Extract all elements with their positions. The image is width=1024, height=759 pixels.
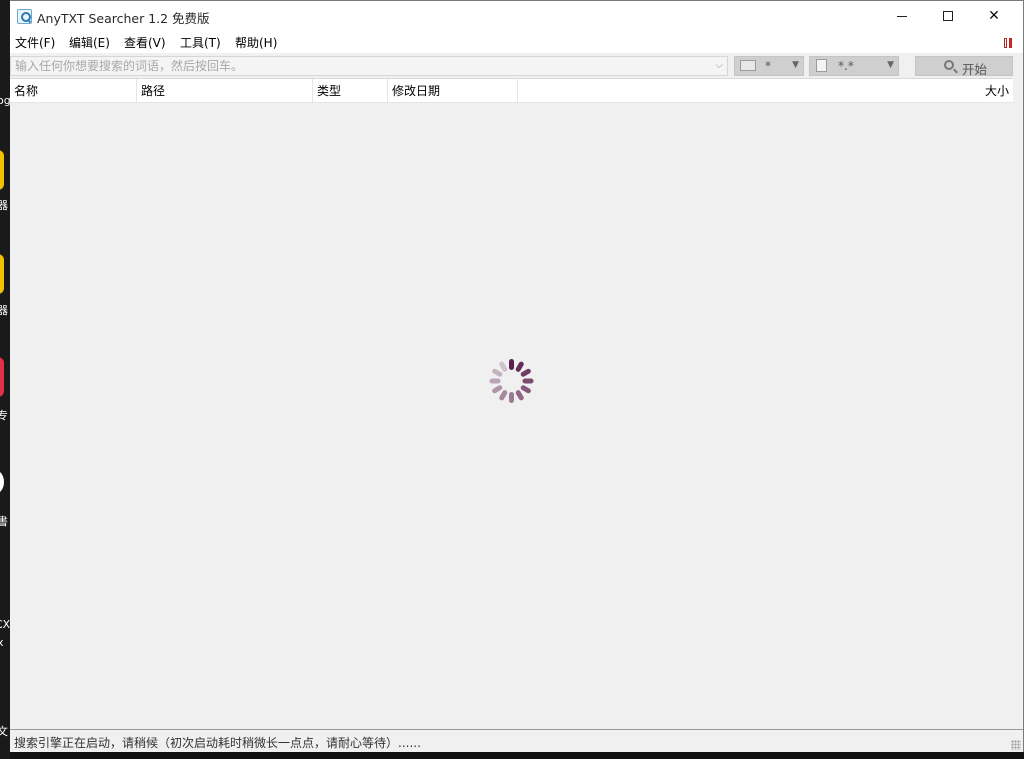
desktop-app-icon[interactable] xyxy=(0,254,4,294)
search-combo[interactable]: ⌵ xyxy=(10,56,728,76)
app-search-icon xyxy=(17,9,32,24)
resize-grip-icon[interactable] xyxy=(1011,740,1021,750)
maximize-icon xyxy=(943,11,953,21)
chevron-down-icon[interactable]: ⌵ xyxy=(713,60,725,72)
desktop-app-icon[interactable] xyxy=(0,470,4,494)
results-list[interactable]: 名称 路径 类型 修改日期 大小 xyxy=(10,78,1013,728)
spinner-segment xyxy=(509,392,514,403)
menu-help[interactable]: 帮助(H) xyxy=(235,34,277,51)
search-icon xyxy=(944,60,954,70)
spinner-segment xyxy=(489,378,501,384)
window-title: AnyTXT Searcher 1.2 免费版 xyxy=(37,11,210,26)
search-input[interactable] xyxy=(15,57,705,75)
spinner-segment xyxy=(509,359,514,370)
column-header-type[interactable]: 类型 xyxy=(313,79,388,103)
column-header-date[interactable]: 修改日期 xyxy=(388,79,518,103)
title-bar[interactable]: AnyTXT Searcher 1.2 免费版 ✕ xyxy=(10,1,1023,31)
column-header-size[interactable]: 大小 xyxy=(518,79,1013,103)
menu-bar: 文件(F) 编辑(E) 查看(V) 工具(T) 帮助(H) xyxy=(10,31,1023,53)
search-toolbar: ⌵ * ▼ *.* ▼ 开始 xyxy=(10,53,1023,78)
start-button-label: 开始 xyxy=(962,62,988,77)
column-header-name[interactable]: 名称 xyxy=(10,79,137,103)
spinner-segment xyxy=(498,389,509,402)
menu-edit[interactable]: 编辑(E) xyxy=(69,34,110,51)
drive-select[interactable]: * ▼ xyxy=(734,56,804,76)
menu-tools[interactable]: 工具(T) xyxy=(180,34,221,51)
desktop-app-icon[interactable] xyxy=(0,357,4,397)
extension-select[interactable]: *.* ▼ xyxy=(809,56,899,76)
chevron-down-icon: ▼ xyxy=(887,60,894,70)
drive-select-value: * xyxy=(765,59,771,73)
vertical-scroll-track[interactable] xyxy=(1013,78,1023,728)
desktop-label: 書 xyxy=(0,515,8,528)
desktop-bottom-edge xyxy=(10,752,1024,759)
loading-spinner-icon xyxy=(489,359,534,403)
start-search-button[interactable]: 开始 xyxy=(915,56,1013,77)
menu-view[interactable]: 查看(V) xyxy=(124,34,166,51)
column-header-path[interactable]: 路径 xyxy=(137,79,313,103)
status-text: 搜索引擎正在启动，请稍候（初次启动耗时稍微长一点点，请耐心等待）...... xyxy=(14,736,421,750)
spinner-segment xyxy=(522,378,534,384)
status-bar: 搜索引擎正在启动，请稍候（初次启动耗时稍微长一点点，请耐心等待）...... xyxy=(10,729,1023,752)
maximize-button[interactable] xyxy=(925,1,971,31)
desktop-label: 器 xyxy=(0,199,8,212)
chevron-down-icon: ▼ xyxy=(792,60,799,70)
results-header: 名称 路径 类型 修改日期 大小 xyxy=(10,79,1013,103)
desktop-label: 专 xyxy=(0,409,8,422)
extension-select-value: *.* xyxy=(838,59,854,73)
menu-file[interactable]: 文件(F) xyxy=(15,34,55,51)
desktop-edge: og 器 器 专 書 CX x 文 xyxy=(0,0,10,759)
file-icon xyxy=(816,59,827,72)
language-flag-icon[interactable] xyxy=(1004,38,1014,48)
desktop-app-icon[interactable] xyxy=(0,150,4,190)
app-window: AnyTXT Searcher 1.2 免费版 ✕ 文件(F) 编辑(E) 查看… xyxy=(10,0,1024,752)
minimize-button[interactable] xyxy=(879,1,925,31)
minimize-icon xyxy=(897,15,907,17)
desktop-label: 器 xyxy=(0,304,8,317)
monitor-icon xyxy=(740,60,756,71)
close-button[interactable]: ✕ xyxy=(971,1,1017,31)
spinner-segment xyxy=(519,367,532,378)
desktop-label: og xyxy=(0,94,10,107)
close-icon: ✕ xyxy=(988,8,1000,24)
desktop-label: 文 xyxy=(0,725,8,738)
desktop-label: x xyxy=(0,636,4,649)
desktop-label: CX xyxy=(0,618,10,631)
